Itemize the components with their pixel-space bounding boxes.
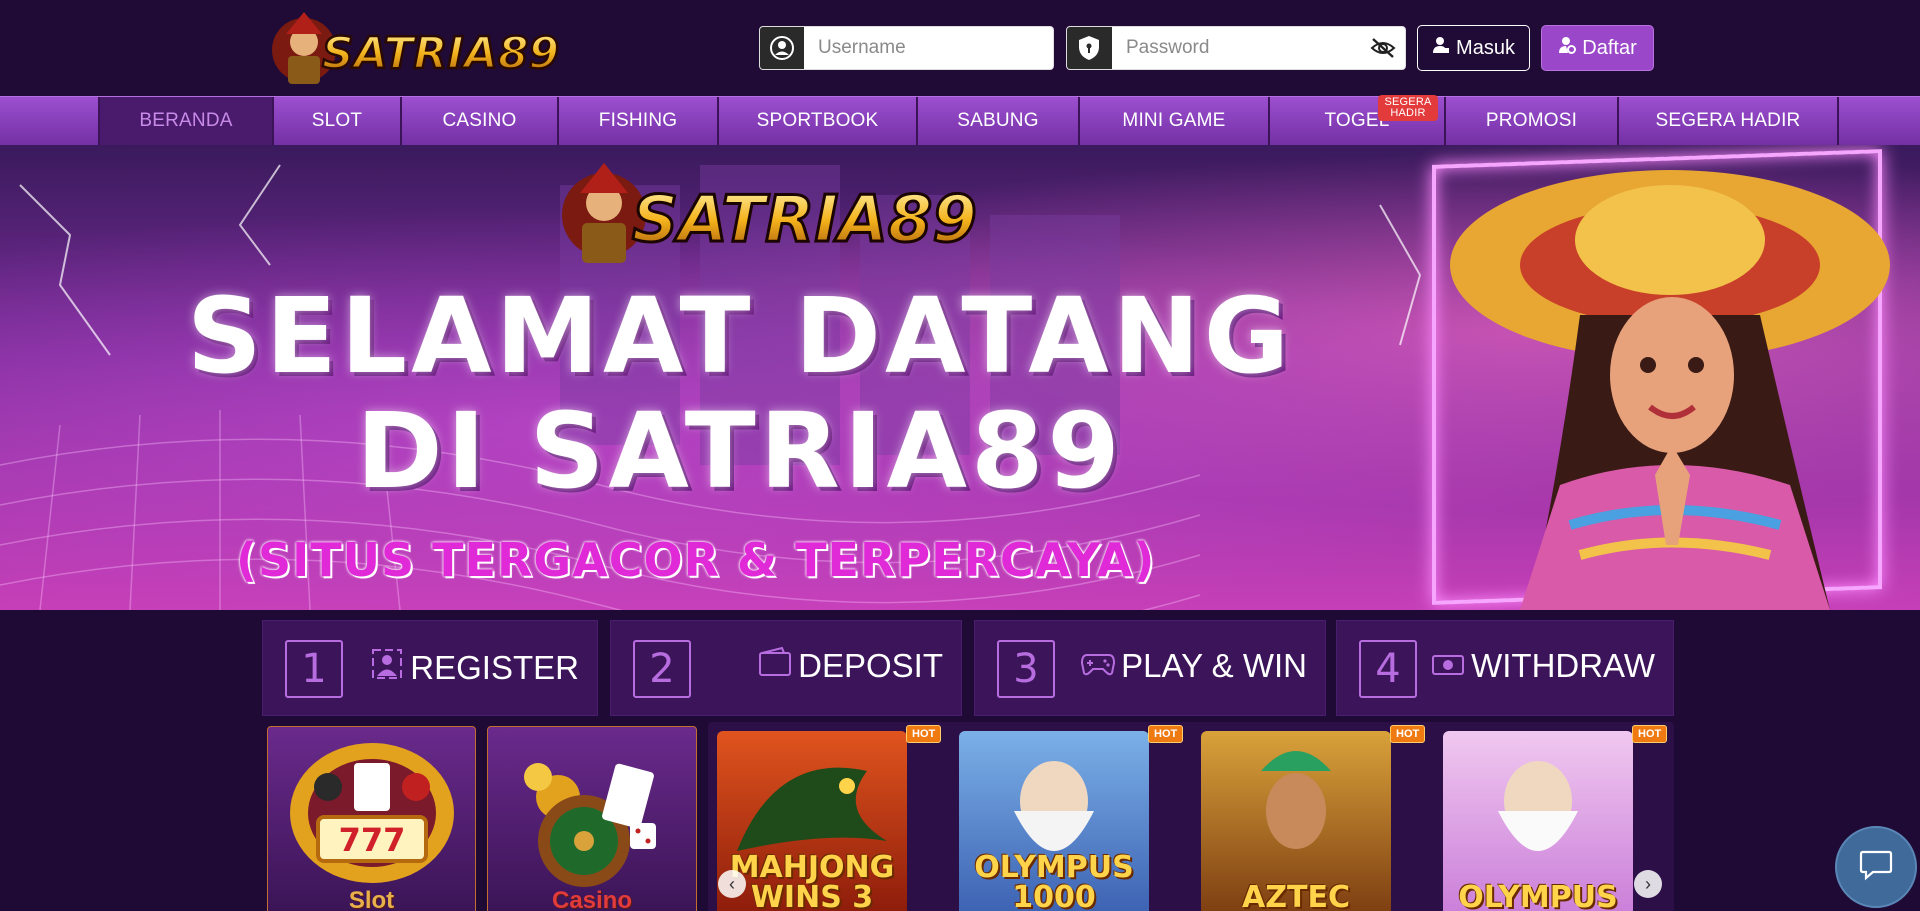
hero-title-line2: DI SATRIA89: [356, 390, 1124, 512]
nav-item-promosi[interactable]: PROMOSI: [1444, 97, 1617, 145]
chevron-right-icon: ›: [1645, 873, 1651, 894]
cash-icon: [1431, 647, 1465, 685]
gamepad-icon: [1081, 647, 1116, 685]
hot-games-carousel: MAHJONG WINS 3 HOT OLYMPUS 1000 HOT AZTE…: [708, 722, 1674, 911]
step-label-wrap: REGISTER: [370, 647, 579, 689]
site-logo[interactable]: SATRIA89: [262, 6, 578, 90]
game-card[interactable]: AZTEC: [1201, 731, 1391, 911]
nav-label: BERANDA: [139, 110, 233, 131]
nav-item-fishing[interactable]: FISHING: [557, 97, 717, 145]
user-icon: [760, 27, 804, 69]
category-label: Slot: [348, 887, 395, 911]
how-to-steps: 1 REGISTER 2 DEPOSIT 3 PLAY & WIN 4 WITH…: [262, 620, 1674, 716]
hero-banner[interactable]: SATRIA89 SELAMAT DATANG DI SATRIA89 (SIT…: [0, 145, 1920, 610]
step-label: WITHDRAW: [1471, 647, 1655, 684]
hot-badge: HOT: [1148, 725, 1184, 743]
game-card[interactable]: OLYMPUS 1000: [959, 731, 1149, 911]
shield-icon: [1067, 27, 1112, 69]
wallet-icon: [758, 646, 792, 685]
nav-item-slot[interactable]: SLOT: [272, 97, 400, 145]
step-number: 1: [285, 640, 343, 698]
nav-label: CASINO: [442, 110, 517, 131]
login-button[interactable]: Masuk: [1417, 25, 1530, 71]
nav-item-spacer: [1837, 97, 1920, 145]
username-input[interactable]: [804, 27, 1053, 69]
password-input[interactable]: [1111, 27, 1362, 69]
step-number: 4: [1359, 640, 1417, 698]
casino-roulette-illustration: [524, 763, 656, 887]
hero-character-illustration: [1450, 170, 1890, 610]
step-label: REGISTER: [410, 649, 579, 686]
step-number: 3: [997, 640, 1055, 698]
svg-text:777: 777: [339, 821, 406, 859]
slot-machine-illustration: 777: [290, 743, 454, 883]
password-field: [1066, 26, 1406, 70]
nav-label: SABUNG: [957, 110, 1039, 131]
chevron-left-icon: ‹: [729, 873, 735, 894]
step-play-win[interactable]: 3 PLAY & WIN: [974, 620, 1326, 716]
coming-soon-badge: SEGERA HADIR: [1378, 95, 1438, 121]
main-nav: BERANDA SLOT CASINO FISHING SPORTBOOK SA…: [0, 95, 1920, 145]
hero-logo: SATRIA89: [548, 155, 998, 267]
step-number: 2: [633, 640, 691, 698]
nav-item-sportbook[interactable]: SPORTBOOK: [717, 97, 916, 145]
step-withdraw[interactable]: 4 WITHDRAW: [1336, 620, 1674, 716]
step-label-wrap: PLAY & WIN: [1081, 647, 1307, 685]
nav-label: PROMOSI: [1485, 110, 1578, 131]
hero-title-line1: SELAMAT DATANG: [186, 275, 1294, 397]
user-lock-icon: [1432, 36, 1450, 60]
carousel-next-button[interactable]: ›: [1634, 870, 1662, 898]
chat-bubble-icon: [1859, 849, 1893, 886]
hero-subtitle: (SITUS TERGACOR & TERPERCAYA): [236, 533, 1156, 587]
step-label: PLAY & WIN: [1121, 647, 1307, 684]
login-button-label: Masuk: [1456, 36, 1515, 59]
nav-label: SPORTBOOK: [756, 110, 879, 131]
game-card[interactable]: OLYMPUS: [1443, 731, 1633, 911]
nav-label: MINI GAME: [1122, 110, 1226, 131]
hot-badge: HOT: [1390, 725, 1426, 743]
nav-item-togel[interactable]: TOGEL SEGERA HADIR: [1268, 95, 1444, 145]
step-label-wrap: DEPOSIT: [758, 646, 943, 685]
user-gear-icon: [1558, 36, 1577, 60]
hot-badge: HOT: [906, 725, 942, 743]
nav-label: SLOT: [311, 110, 363, 131]
nav-label: FISHING: [598, 110, 678, 131]
hot-badge: HOT: [1632, 725, 1668, 743]
category-casino[interactable]: Casino: [487, 726, 697, 911]
site-header: SATRIA89 Masuk Daftar: [0, 0, 1920, 96]
username-field: [759, 26, 1054, 70]
nav-item-mini-game[interactable]: MINI GAME: [1078, 97, 1268, 145]
step-deposit[interactable]: 2 DEPOSIT: [610, 620, 962, 716]
register-button-label: Daftar: [1582, 36, 1637, 59]
nav-item-beranda[interactable]: BERANDA: [98, 97, 272, 145]
register-button[interactable]: Daftar: [1541, 25, 1654, 71]
eye-slash-icon[interactable]: [1361, 27, 1405, 69]
nav-item-segera-hadir[interactable]: SEGERA HADIR: [1617, 97, 1837, 145]
carousel-prev-button[interactable]: ‹: [718, 870, 746, 898]
user-badge-icon: [370, 647, 404, 689]
step-register[interactable]: 1 REGISTER: [262, 620, 598, 716]
step-label-wrap: WITHDRAW: [1431, 647, 1655, 685]
game-title: AZTEC: [1242, 880, 1350, 911]
game-title: OLYMPUS: [1458, 880, 1618, 911]
game-title: OLYMPUS 1000: [974, 850, 1134, 911]
nav-item-sabung[interactable]: SABUNG: [916, 97, 1078, 145]
step-label: DEPOSIT: [798, 647, 943, 684]
category-slot[interactable]: 777 Slot: [267, 726, 476, 911]
logo-text: SATRIA89: [322, 28, 559, 79]
live-chat-button[interactable]: [1835, 826, 1917, 908]
category-label: Casino: [551, 887, 632, 911]
hero-logo-text: SATRIA89: [632, 183, 977, 257]
nav-label: SEGERA HADIR: [1655, 110, 1801, 131]
nav-item-casino[interactable]: CASINO: [400, 97, 557, 145]
